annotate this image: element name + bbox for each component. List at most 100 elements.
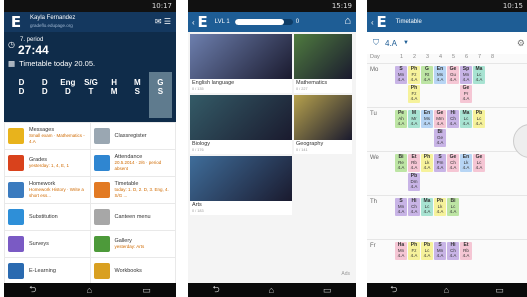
lesson-card[interactable]: Pb Lc 4.A [421,242,433,260]
gear-icon[interactable]: ⚙ [517,38,525,49]
user-school: gradeflo.edupage.org [30,23,73,28]
back-icon[interactable]: ⮌ [390,282,397,297]
day-column[interactable]: Eng D [56,72,79,118]
lesson-card[interactable]: Ge Pr 4.A [460,85,472,103]
lesson-card[interactable]: Bi Lc 4.A [447,198,459,216]
lesson-card[interactable]: Hi Ch 4.A [408,198,420,216]
lesson-card[interactable]: S Mn 4.A [395,198,407,216]
menu-item-gallery[interactable]: Gallery yesterday: Arts [90,231,175,257]
day-column[interactable]: HM [103,72,126,118]
back-icon[interactable]: ⮌ [29,282,36,297]
subject-tile[interactable]: English language 0 / 135 [190,34,292,93]
lesson-card[interactable]: Ge Mm 4.A [434,110,446,128]
subject-tile[interactable]: Biology 0 / 176 [190,95,292,154]
recent-apps-icon[interactable]: ▭ [323,285,332,296]
menu-item-timetable[interactable]: Timetable today: 1. D, 2. D, 3. Eng, 4. S… [90,177,175,203]
lesson-card[interactable]: Ge Gu 4.A [447,66,459,84]
lesson-card[interactable]: Sp Mn 4.A [460,66,472,84]
menu-item-subtitle: Small exam · Mathematics - 4.A [29,133,85,144]
lesson-card[interactable]: Pb Lc 4.A [473,110,485,128]
subject-image [190,95,292,140]
lesson-card[interactable]: M Mr 4.A [408,110,420,128]
lesson-card[interactable]: En Ms 4.A [434,66,446,84]
lesson-card[interactable]: En Lk 4.A [460,154,472,172]
day-subject-top: S/G [84,78,98,87]
day-subject-bottom: D [64,87,71,96]
class-label: 4.A [385,38,398,48]
menu-item-label: Surveys [29,241,49,247]
period-slot: Ge Gu 4.A [447,64,460,107]
gallery-icon [93,236,110,252]
home-icon[interactable]: ⌂ [444,285,449,295]
lesson-card[interactable]: Ha Mn 4.A [395,242,407,260]
menu-item-text: Gallery yesterday: Arts [115,238,145,250]
lesson-card[interactable]: Pb Dm 4.A [408,173,420,191]
day-column[interactable]: S/G T [79,72,102,118]
lesson-card[interactable]: G Rt 4.A [421,66,433,84]
home-icon[interactable]: ⌂ [344,15,351,27]
lesson-card[interactable]: Bi Re 4.A [395,154,407,172]
lesson-card[interactable]: Ph Fz 4.A [408,66,420,84]
lesson-card[interactable]: Ma Lc 4.A [421,198,433,216]
period-slot: S Mn 4.A [434,240,447,283]
menu-item-canteen[interactable]: Canteen menu [90,204,175,230]
lesson-card[interactable]: Ph Fz 4.A [408,85,420,103]
menu-item-substitution[interactable]: Substitution [5,204,90,230]
timetable-today[interactable]: ▦ Timetable today 20.05. [8,59,95,68]
menu-item-text: Surveys [29,241,49,247]
home-icon[interactable]: ⌂ [269,285,274,295]
recent-apps-icon[interactable]: ▭ [495,285,504,296]
menu-item-elearning[interactable]: E-Learning [5,258,90,284]
lesson-card[interactable]: Ph Lk 4.A [434,198,446,216]
lesson-card[interactable]: Hi Ch 4.A [447,110,459,128]
period-number: 5 [451,54,456,60]
menu-item-messages[interactable]: Messages Small exam · Mathematics - 4.A [5,123,90,149]
day-column[interactable]: MS [126,72,149,118]
lesson-card[interactable]: Ph Fz 4.A [408,242,420,260]
lesson-room: 4.A [462,253,470,258]
elearning-header: ‹ E LVL 1 0 ⌂ [188,12,356,32]
lesson-card[interactable]: Et Rb 4.A [460,242,472,260]
lesson-card[interactable]: Ma Lc 4.A [460,110,472,128]
lesson-card[interactable]: S Pm 4.A [434,154,446,172]
menu-item-surveys[interactable]: Surveys [5,231,90,257]
lesson-card[interactable]: Hi Ch 4.A [447,242,459,260]
lesson-card[interactable]: S Mn 4.A [434,242,446,260]
lesson-room: 4.A [423,165,431,170]
subject-tile[interactable]: Mathematics 0 / 227 [294,34,352,93]
menu-item-classregister[interactable]: Classregister [90,123,175,149]
menu-item-attendance[interactable]: Attendance 20.5.2014 · 2/6 · period absen… [90,150,175,176]
day-column[interactable]: GS [148,72,172,118]
menu-item-workbooks[interactable]: Workbooks [90,258,175,284]
home-icon[interactable]: ⌂ [87,285,92,295]
lesson-card[interactable]: Ge Ch 4.A [447,154,459,172]
day-column[interactable]: DD [10,72,33,118]
class-selector[interactable]: ⛉ 4.A ▼ ⚙ [367,32,527,54]
lesson-card[interactable]: Ge Lc 4.A [473,154,485,172]
lesson-card[interactable]: Pe Ah 4.A [395,110,407,128]
user-bar[interactable]: E Kayla Fernandez gradeflo.edupage.org [4,12,176,32]
day-label: Mo [370,67,379,73]
recent-apps-icon[interactable]: ▭ [142,285,151,296]
subject-tile[interactable]: Arts 0 / 183 [190,156,292,215]
menu-item-text: E-Learning [29,268,56,274]
mail-icon[interactable]: ✉ ☰ [155,17,171,26]
day-column[interactable]: DD [33,72,56,118]
timetable-grid: Day 1 2 3 4 5 6 7 8 Mo S Mn 4.A Ph Fz 4.A Ph Fz 4.A G Rt 4.A E… [367,54,527,283]
lesson-card[interactable]: En Ms 4.A [421,110,433,128]
menu-item-label: Canteen menu [114,214,151,220]
lesson-room: 4.A [449,253,457,258]
period-number: 7 [477,54,482,60]
lesson-card[interactable]: Et Rb 4.A [408,154,420,172]
filter-icon[interactable]: ⛉ [373,38,379,48]
lesson-card[interactable]: Bi Ge 4.A [434,129,446,147]
menu-item-grades[interactable]: Grades yesterday: 1, 4, E, 1 [5,150,90,176]
lesson-card[interactable]: S Mn 4.A [395,66,407,84]
lesson-room: 4.A [397,77,405,82]
menu-item-homework[interactable]: Homework Homework History · Write a short… [5,177,90,203]
back-icon[interactable]: ⮌ [212,282,219,297]
lesson-card[interactable]: Ph Lk 4.A [421,154,433,172]
lesson-room: 4.A [410,77,418,82]
subject-tile[interactable]: Geography 0 / 141 [294,95,352,154]
lesson-card[interactable]: Ma Lc 4.A [473,66,485,84]
